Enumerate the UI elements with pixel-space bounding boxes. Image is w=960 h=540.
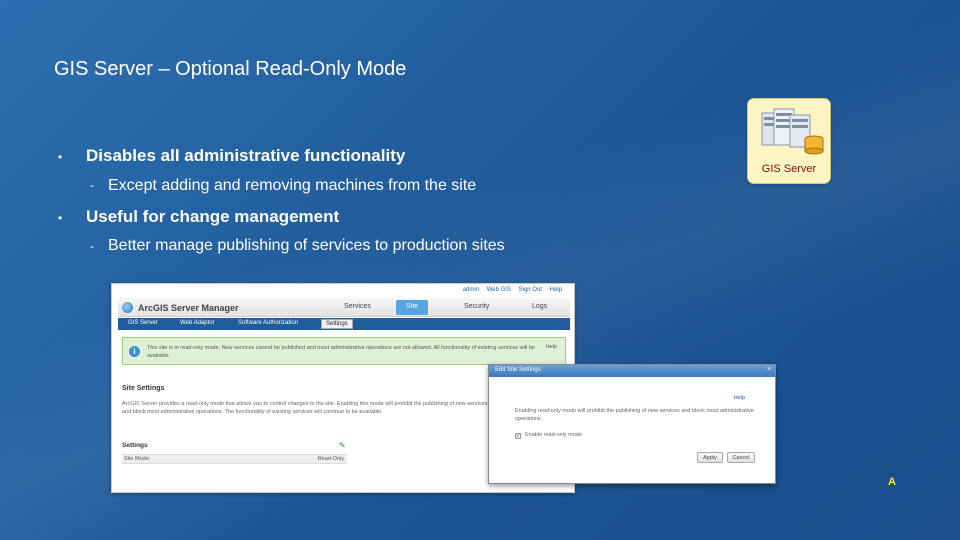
bullet-disables-admin: Disables all administrative functionalit… <box>86 146 406 165</box>
bullet-marker: • <box>58 211 63 225</box>
link-admin[interactable]: admin <box>463 287 479 293</box>
site-settings-description: ArcGIS Server provides a read-only mode … <box>122 401 488 415</box>
subtab-software-authorization[interactable]: Software Authorization <box>238 320 298 326</box>
site-mode-value: Read-Only <box>317 456 344 462</box>
read-only-checkbox-label: Enable read-only mode <box>525 432 582 438</box>
cancel-button[interactable]: Cancel <box>727 452 755 463</box>
top-links: admin Web GIS Sign Out Help <box>457 287 562 293</box>
subtab-gis-server[interactable]: GIS Server <box>128 320 158 326</box>
edit-site-settings-dialog: Edit Site Settings × Help Enabling read-… <box>488 364 776 484</box>
bullet-marker: • <box>58 150 63 164</box>
close-icon[interactable]: × <box>767 366 771 373</box>
tab-logs[interactable]: Logs <box>532 303 547 310</box>
read-only-notice: i This site is in read-only mode. New se… <box>122 337 566 365</box>
tab-security[interactable]: Security <box>464 303 489 310</box>
subtab-web-adaptor[interactable]: Web Adaptor <box>180 320 215 326</box>
dialog-description: Enabling read-only mode will prohibit th… <box>515 408 754 422</box>
read-only-checkbox[interactable]: ✓ <box>515 433 521 439</box>
notice-help-link[interactable]: Help <box>546 344 557 350</box>
manager-header: ArcGIS Server Manager Services Site Secu… <box>118 298 570 317</box>
sub-bullet-marker: - <box>90 239 94 253</box>
edit-pencil-icon[interactable]: ✎ <box>339 441 346 450</box>
tab-services[interactable]: Services <box>344 303 371 310</box>
subtab-settings[interactable]: Settings <box>321 319 353 329</box>
link-sign-out[interactable]: Sign Out <box>519 287 542 293</box>
site-mode-key: Site Mode: <box>124 456 151 462</box>
sub-bullet-publishing: Better manage publishing of services to … <box>108 237 505 254</box>
badge-label: GIS Server <box>761 163 817 175</box>
sub-bullet-marker: - <box>90 178 94 192</box>
bullet-change-management: Useful for change management <box>86 207 340 226</box>
settings-heading: Settings <box>122 442 148 449</box>
link-help[interactable]: Help <box>550 287 562 293</box>
notice-text: This site is in read-only mode. New serv… <box>147 345 535 359</box>
sub-bullet-except-machines: Except adding and removing machines from… <box>108 177 477 194</box>
tab-site[interactable]: Site <box>396 300 429 315</box>
link-web-gis[interactable]: Web GIS <box>487 287 511 293</box>
dialog-titlebar: Edit Site Settings × <box>489 365 775 377</box>
slide-title: GIS Server – Optional Read-Only Mode <box>54 58 407 80</box>
corner-marker: A <box>888 476 896 488</box>
app-name: ArcGIS Server Manager <box>138 303 239 313</box>
dialog-help-link[interactable]: Help <box>734 395 745 401</box>
dialog-title: Edit Site Settings <box>495 367 541 373</box>
settings-row-site-mode: Site Mode: Read-Only <box>122 454 347 464</box>
info-icon: i <box>129 346 140 357</box>
server-stack-icon <box>761 108 824 155</box>
gis-server-badge: GIS Server <box>747 98 831 184</box>
apply-button[interactable]: Apply <box>697 452 723 463</box>
site-settings-heading: Site Settings <box>122 385 165 392</box>
arcgis-globe-icon <box>122 302 133 313</box>
sub-tab-bar: GIS Server Web Adaptor Software Authoriz… <box>118 318 570 330</box>
